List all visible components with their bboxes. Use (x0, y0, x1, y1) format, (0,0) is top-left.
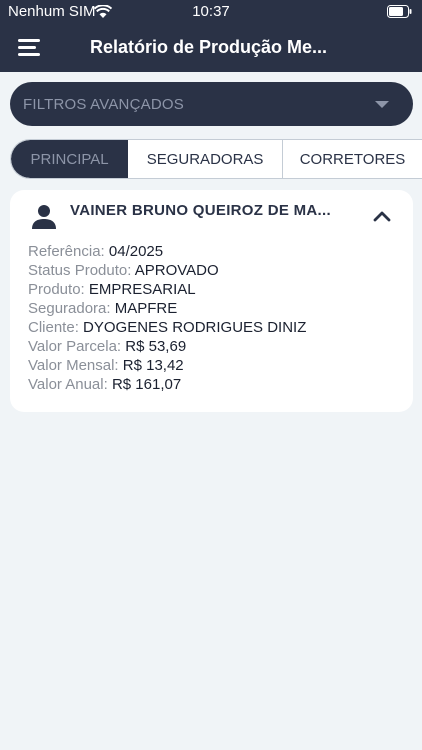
hamburger-menu-icon[interactable] (18, 39, 40, 57)
field-cliente: Cliente: DYOGENES RODRIGUES DINIZ (28, 318, 306, 337)
person-icon (32, 205, 56, 229)
filters-label: FILTROS AVANÇADOS (23, 96, 184, 113)
field-value: 04/2025 (108, 243, 164, 260)
field-label: Produto: (28, 281, 85, 298)
field-status-produto: Status Produto: APROVADO (28, 261, 306, 280)
field-label: Status Produto: (28, 262, 132, 279)
field-label: Seguradora: (28, 300, 111, 317)
field-produto: Produto: EMPRESARIAL (28, 280, 306, 299)
tab-corretores[interactable]: CORRETORES (283, 140, 422, 178)
field-label: Valor Parcela: (28, 338, 122, 355)
field-seguradora: Seguradora: MAPFRE (28, 299, 306, 318)
production-card: VAINER BRUNO QUEIROZ DE MA... Referência… (10, 190, 413, 412)
field-label: Valor Anual: (28, 376, 108, 393)
field-value: MAPFRE (114, 300, 178, 317)
field-value: EMPRESARIAL (88, 281, 196, 298)
page-title: Relatório de Produção Me... (90, 37, 328, 57)
field-value: APROVADO (134, 262, 219, 279)
field-value: R$ 161,07 (111, 376, 182, 393)
clock: 10:37 (192, 3, 230, 20)
caret-down-icon (375, 101, 389, 108)
field-valor-mensal: Valor Mensal: R$ 13,42 (28, 356, 306, 375)
field-label: Referência: (28, 243, 105, 260)
field-valor-parcela: Valor Parcela: R$ 53,69 (28, 337, 306, 356)
chevron-up-icon[interactable] (373, 210, 391, 222)
tab-principal[interactable]: PRINCIPAL (11, 140, 129, 178)
app-header: Relatório de Produção Me... (0, 24, 422, 72)
tab-seguradoras[interactable]: SEGURADORAS (128, 140, 284, 178)
battery-icon (387, 5, 412, 18)
field-value: R$ 13,42 (122, 357, 184, 374)
field-label: Cliente: (28, 319, 79, 336)
advanced-filters-dropdown[interactable]: FILTROS AVANÇADOS (10, 82, 413, 126)
field-value: DYOGENES RODRIGUES DINIZ (83, 319, 307, 336)
tab-bar: PRINCIPAL SEGURADORAS CORRETORES (10, 139, 422, 179)
card-title: VAINER BRUNO QUEIROZ DE MA... (70, 202, 331, 219)
field-value: R$ 53,69 (125, 338, 187, 355)
card-fields: Referência: 04/2025 Status Produto: APRO… (28, 242, 306, 394)
field-label: Valor Mensal: (28, 357, 119, 374)
field-valor-anual: Valor Anual: R$ 161,07 (28, 375, 306, 394)
status-bar: Nenhum SIM 10:37 (0, 0, 422, 24)
field-referencia: Referência: 04/2025 (28, 242, 306, 261)
